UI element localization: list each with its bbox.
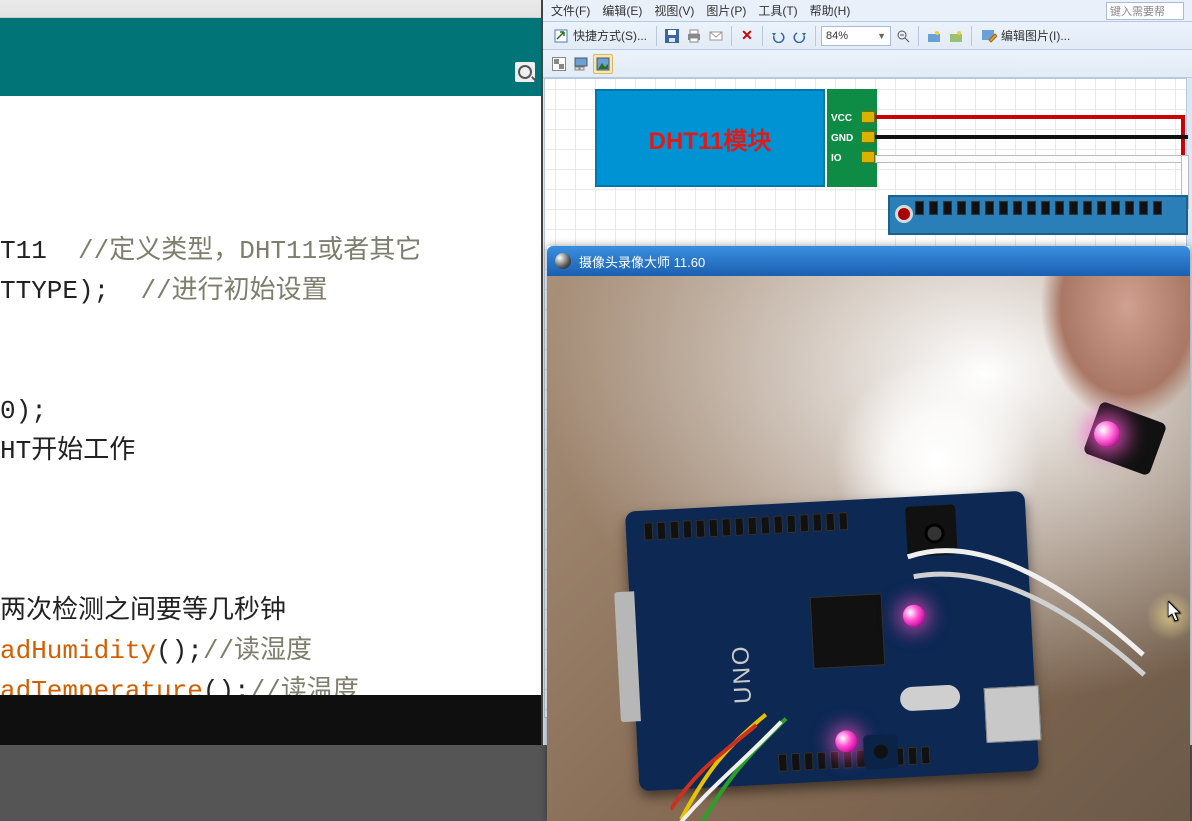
mcu-chip bbox=[810, 593, 886, 669]
arduino-uno-board: UNO bbox=[625, 491, 1039, 792]
menu-help[interactable]: 帮助(H) bbox=[810, 2, 851, 19]
toolbar-main: 快捷方式(S)... ✕ 84% ▼ 编辑图片(I)... bbox=[543, 22, 1192, 50]
code-line: 0); bbox=[0, 396, 47, 426]
undo-icon bbox=[771, 29, 785, 43]
pin-label-vcc: VCC bbox=[831, 113, 852, 124]
wire-gnd bbox=[875, 135, 1188, 139]
single-icon bbox=[596, 57, 610, 71]
help-search-input[interactable]: 键入需要帮 bbox=[1106, 2, 1184, 20]
printer-icon bbox=[687, 29, 701, 43]
wire-vcc bbox=[875, 115, 1185, 119]
ir-remote-led-icon bbox=[1094, 421, 1120, 447]
redo-icon bbox=[793, 29, 807, 43]
print-button[interactable] bbox=[684, 26, 704, 46]
zoom-out-button[interactable] bbox=[893, 26, 913, 46]
menu-view[interactable]: 视图(V) bbox=[654, 2, 694, 19]
edit-picture-button[interactable]: 编辑图片(I)... bbox=[977, 26, 1074, 46]
zoom-out-icon bbox=[896, 29, 910, 43]
undo-button[interactable] bbox=[768, 26, 788, 46]
redo-button[interactable] bbox=[790, 26, 810, 46]
arduino-ide-window: T11 //定义类型，DHT11或者其它 TTYPE); //进行初始设置 0)… bbox=[0, 0, 543, 745]
reset-button-schematic bbox=[895, 205, 913, 223]
separator bbox=[971, 26, 972, 46]
picture-manager-window: 文件(F) 编辑(E) 视图(V) 图片(P) 工具(T) 帮助(H) 键入需要… bbox=[543, 0, 1192, 745]
header-pins-schematic bbox=[915, 201, 1162, 219]
menu-tools[interactable]: 工具(T) bbox=[758, 2, 797, 19]
edit-picture-icon bbox=[981, 28, 997, 44]
pin-pad-gnd bbox=[861, 131, 875, 143]
chevron-down-icon: ▼ bbox=[877, 31, 886, 41]
toolbar-view bbox=[543, 50, 1192, 78]
shortcut-icon bbox=[553, 28, 569, 44]
shortcut-button[interactable]: 快捷方式(S)... bbox=[549, 26, 651, 46]
picture-canvas[interactable]: DHT11模块 VCC GND IO 摄像头录像大师 11.60 bbox=[544, 78, 1187, 718]
delete-button[interactable]: ✕ bbox=[737, 26, 757, 46]
code-line: HT开始工作 bbox=[0, 436, 135, 466]
autocorrect-button[interactable] bbox=[924, 26, 944, 46]
board-label: UNO bbox=[727, 644, 758, 705]
jumper-wires-right bbox=[896, 514, 1157, 747]
view-thumbnails-button[interactable] bbox=[549, 54, 569, 74]
menu-picture[interactable]: 图片(P) bbox=[706, 2, 746, 19]
code-line: adHumidity();//读湿度 bbox=[0, 636, 312, 666]
save-button[interactable] bbox=[662, 26, 682, 46]
code-line: 两次检测之间要等几秒钟 bbox=[0, 596, 286, 626]
view-filmstrip-button[interactable] bbox=[571, 54, 591, 74]
code-editor[interactable]: T11 //定义类型，DHT11或者其它 TTYPE); //进行初始设置 0)… bbox=[0, 96, 541, 695]
autocorrect-icon bbox=[927, 29, 941, 43]
serial-monitor-button[interactable] bbox=[515, 62, 535, 82]
ide-titlebar[interactable] bbox=[0, 0, 541, 18]
menu-edit[interactable]: 编辑(E) bbox=[602, 2, 642, 19]
zoom-combobox[interactable]: 84% ▼ bbox=[821, 26, 891, 46]
pin-pad-vcc bbox=[861, 111, 875, 123]
code-line: T11 //定义类型，DHT11或者其它 bbox=[0, 236, 421, 266]
digital-header bbox=[644, 512, 849, 541]
separator bbox=[815, 26, 816, 46]
code-line: TTYPE); //进行初始设置 bbox=[0, 276, 328, 306]
floppy-icon bbox=[665, 29, 679, 43]
code-line: adTemperature();//读温度 bbox=[0, 676, 359, 695]
autocorrect2-icon bbox=[949, 29, 963, 43]
separator bbox=[918, 26, 919, 46]
webcam-recorder-window[interactable]: 摄像头录像大师 11.60 bbox=[547, 246, 1190, 821]
webcam-title-text: 摄像头录像大师 11.60 bbox=[579, 252, 705, 271]
mouse-cursor-icon bbox=[1168, 601, 1184, 623]
separator bbox=[762, 26, 763, 46]
separator bbox=[731, 26, 732, 46]
jumper-wires bbox=[665, 699, 871, 821]
webcam-titlebar[interactable]: 摄像头录像大师 11.60 bbox=[547, 246, 1190, 276]
menubar[interactable]: 文件(F) 编辑(E) 视图(V) 图片(P) 工具(T) 帮助(H) 键入需要… bbox=[543, 0, 1192, 22]
dht11-module-block: DHT11模块 bbox=[595, 89, 825, 187]
shortcut-label: 快捷方式(S)... bbox=[573, 27, 647, 44]
ide-status-footer bbox=[0, 695, 541, 745]
autocorrect2-button[interactable] bbox=[946, 26, 966, 46]
pin-label-io: IO bbox=[831, 153, 842, 164]
pin-pad-io bbox=[861, 151, 875, 163]
wire-io bbox=[875, 155, 1188, 163]
webcam-icon bbox=[555, 253, 571, 269]
mail-icon bbox=[709, 29, 723, 43]
pin-label-gnd: GND bbox=[831, 133, 853, 144]
webcam-video-view: UNO bbox=[547, 276, 1190, 821]
view-single-button[interactable] bbox=[593, 54, 613, 74]
magnifier-icon bbox=[518, 65, 532, 79]
zoom-value: 84% bbox=[826, 30, 848, 42]
mail-button[interactable] bbox=[706, 26, 726, 46]
thumbnails-icon bbox=[552, 57, 566, 71]
ide-toolbar bbox=[0, 18, 541, 96]
edit-picture-label: 编辑图片(I)... bbox=[1001, 27, 1070, 44]
filmstrip-icon bbox=[574, 57, 588, 71]
menu-file[interactable]: 文件(F) bbox=[551, 2, 590, 19]
separator bbox=[656, 26, 657, 46]
